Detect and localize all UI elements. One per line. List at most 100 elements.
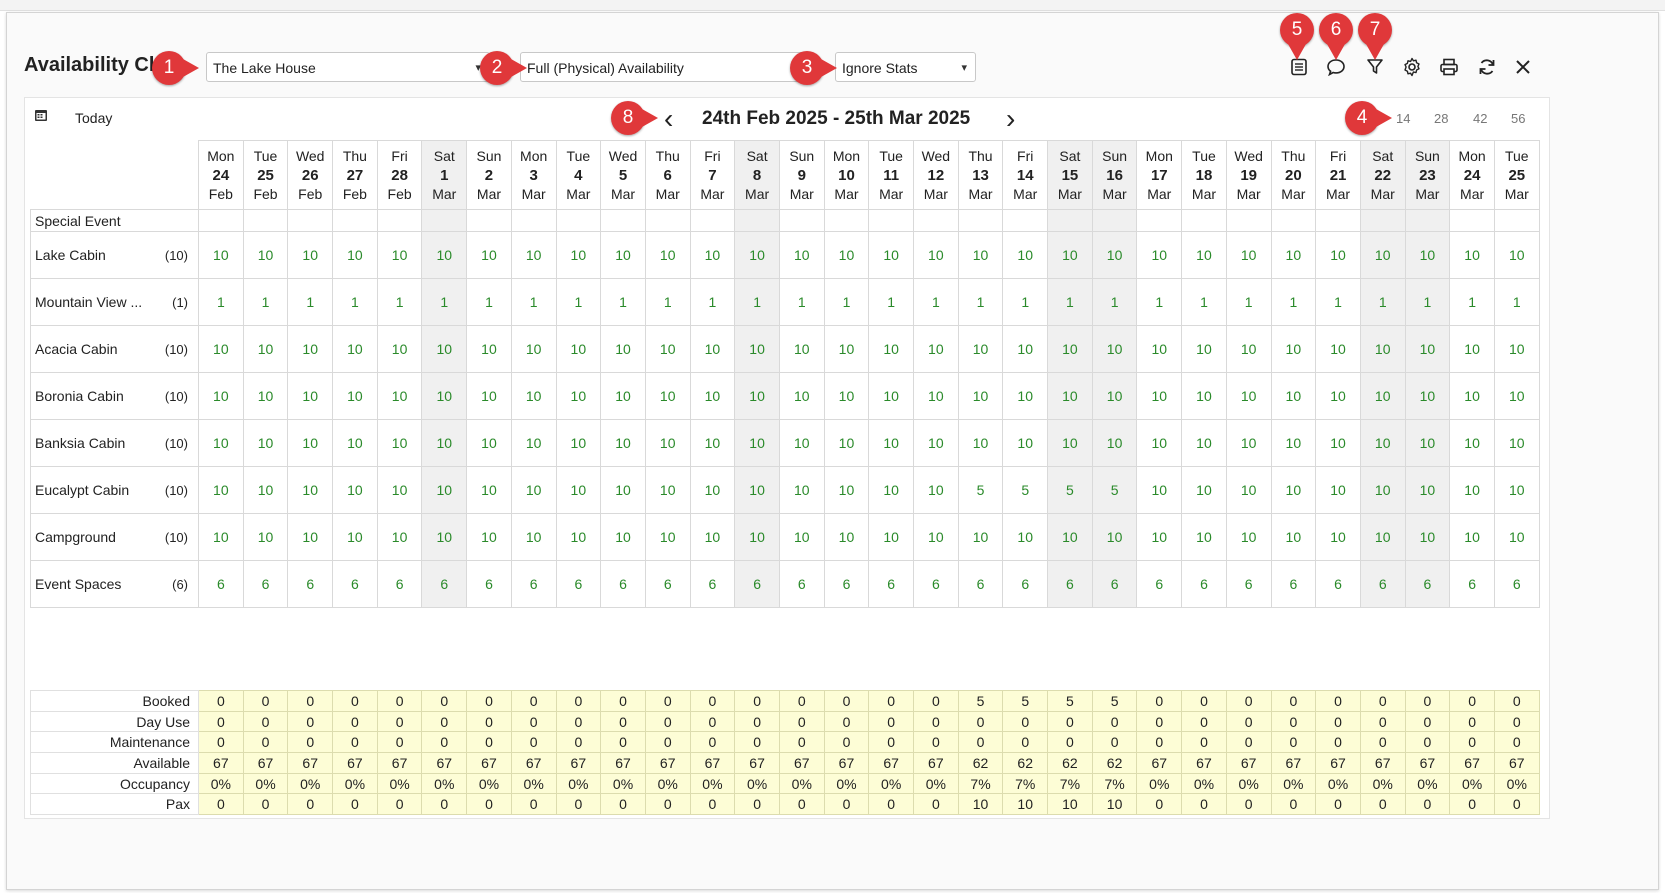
availability-cell[interactable]: 1 <box>555 278 602 326</box>
special-event-cell[interactable] <box>1136 209 1183 232</box>
availability-cell[interactable]: 10 <box>1404 231 1451 279</box>
availability-cell[interactable]: 10 <box>287 372 334 420</box>
next-range-button[interactable]: › <box>1006 104 1015 134</box>
gear-icon[interactable] <box>1398 54 1426 80</box>
availability-cell[interactable]: 10 <box>510 466 557 514</box>
availability-cell[interactable]: 1 <box>1225 278 1272 326</box>
availability-cell[interactable]: 10 <box>1404 513 1451 561</box>
availability-cell[interactable]: 10 <box>1091 513 1138 561</box>
availability-cell[interactable]: 10 <box>198 513 244 561</box>
availability-cell[interactable]: 10 <box>242 325 289 373</box>
availability-cell[interactable]: 10 <box>1047 325 1093 373</box>
availability-cell[interactable]: 10 <box>600 513 646 561</box>
availability-cell[interactable]: 10 <box>1315 372 1361 420</box>
availability-cell[interactable]: 5 <box>957 466 1004 514</box>
availability-cell[interactable]: 10 <box>466 513 512 561</box>
availability-cell[interactable]: 10 <box>1449 231 1495 279</box>
availability-cell[interactable]: 10 <box>421 466 468 514</box>
availability-cell[interactable]: 1 <box>600 278 646 326</box>
availability-cell[interactable]: 10 <box>1181 231 1227 279</box>
availability-cell[interactable]: 6 <box>1449 560 1495 608</box>
availability-cell[interactable]: 6 <box>868 560 914 608</box>
special-event-cell[interactable] <box>823 209 870 232</box>
availability-cell[interactable]: 10 <box>1136 513 1183 561</box>
availability-cell[interactable]: 6 <box>466 560 512 608</box>
availability-cell[interactable]: 10 <box>1449 466 1495 514</box>
availability-cell[interactable]: 10 <box>376 513 423 561</box>
availability-cell[interactable]: 1 <box>1359 278 1406 326</box>
availability-cell[interactable]: 10 <box>1359 372 1406 420</box>
availability-cell[interactable]: 10 <box>1315 231 1361 279</box>
availability-cell[interactable]: 1 <box>1091 278 1138 326</box>
range-option-14[interactable]: 14 <box>1396 111 1410 141</box>
availability-cell[interactable]: 6 <box>242 560 289 608</box>
availability-cell[interactable]: 6 <box>1047 560 1093 608</box>
availability-cell[interactable]: 10 <box>689 419 736 467</box>
availability-cell[interactable]: 10 <box>287 325 334 373</box>
availability-cell[interactable]: 1 <box>1315 278 1361 326</box>
prev-range-button[interactable]: ‹ <box>664 104 673 134</box>
availability-cell[interactable]: 10 <box>376 231 423 279</box>
availability-cell[interactable]: 1 <box>689 278 736 326</box>
availability-cell[interactable]: 1 <box>1449 278 1495 326</box>
availability-cell[interactable]: 1 <box>198 278 244 326</box>
availability-cell[interactable]: 1 <box>1270 278 1317 326</box>
availability-cell[interactable]: 10 <box>1225 372 1272 420</box>
availability-cell[interactable]: 10 <box>1002 231 1049 279</box>
availability-cell[interactable]: 10 <box>1002 325 1049 373</box>
availability-cell[interactable]: 10 <box>1449 325 1495 373</box>
availability-cell[interactable]: 10 <box>198 466 244 514</box>
availability-cell[interactable]: 10 <box>644 372 691 420</box>
availability-cell[interactable]: 10 <box>287 466 334 514</box>
availability-cell[interactable]: 10 <box>1047 372 1093 420</box>
availability-cell[interactable]: 6 <box>1270 560 1317 608</box>
availability-cell[interactable]: 10 <box>332 325 378 373</box>
availability-cell[interactable]: 10 <box>823 231 870 279</box>
availability-cell[interactable]: 10 <box>1047 231 1093 279</box>
availability-cell[interactable]: 6 <box>1136 560 1183 608</box>
availability-cell[interactable]: 10 <box>734 372 780 420</box>
availability-cell[interactable]: 10 <box>1091 231 1138 279</box>
availability-cell[interactable]: 1 <box>466 278 512 326</box>
availability-cell[interactable]: 10 <box>555 466 602 514</box>
range-option-28[interactable]: 28 <box>1434 111 1448 141</box>
close-icon[interactable] <box>1509 54 1537 80</box>
availability-cell[interactable]: 10 <box>1181 466 1227 514</box>
availability-cell[interactable]: 6 <box>421 560 468 608</box>
special-event-cell[interactable] <box>913 209 959 232</box>
availability-cell[interactable]: 10 <box>1493 372 1540 420</box>
availability-cell[interactable]: 10 <box>1225 466 1272 514</box>
availability-type-select[interactable]: Full (Physical) Availability <box>520 52 810 82</box>
availability-cell[interactable]: 10 <box>1181 513 1227 561</box>
availability-cell[interactable]: 10 <box>734 466 780 514</box>
availability-cell[interactable]: 10 <box>1136 419 1183 467</box>
availability-cell[interactable]: 10 <box>734 231 780 279</box>
availability-cell[interactable]: 10 <box>868 466 914 514</box>
availability-cell[interactable]: 10 <box>510 231 557 279</box>
availability-cell[interactable]: 10 <box>198 325 244 373</box>
availability-cell[interactable]: 10 <box>913 325 959 373</box>
availability-cell[interactable]: 10 <box>1449 513 1495 561</box>
availability-cell[interactable]: 10 <box>466 231 512 279</box>
special-event-cell[interactable] <box>421 209 468 232</box>
availability-cell[interactable]: 10 <box>734 419 780 467</box>
availability-cell[interactable]: 10 <box>376 466 423 514</box>
special-event-cell[interactable] <box>1270 209 1317 232</box>
availability-cell[interactable]: 10 <box>1225 231 1272 279</box>
property-select[interactable]: The Lake House ▾ <box>206 52 490 82</box>
availability-cell[interactable]: 10 <box>734 513 780 561</box>
availability-cell[interactable]: 10 <box>1404 325 1451 373</box>
availability-cell[interactable]: 10 <box>1225 419 1272 467</box>
availability-cell[interactable]: 1 <box>421 278 468 326</box>
availability-cell[interactable]: 10 <box>1493 513 1540 561</box>
availability-cell[interactable]: 10 <box>778 419 825 467</box>
availability-cell[interactable]: 6 <box>644 560 691 608</box>
availability-cell[interactable]: 1 <box>1136 278 1183 326</box>
availability-cell[interactable]: 1 <box>734 278 780 326</box>
today-link[interactable]: Today <box>75 110 112 140</box>
availability-cell[interactable]: 5 <box>1002 466 1049 514</box>
availability-cell[interactable]: 10 <box>242 419 289 467</box>
room-type-label[interactable]: Banksia Cabin (10) <box>30 419 199 467</box>
availability-cell[interactable]: 10 <box>1091 419 1138 467</box>
availability-cell[interactable]: 6 <box>734 560 780 608</box>
